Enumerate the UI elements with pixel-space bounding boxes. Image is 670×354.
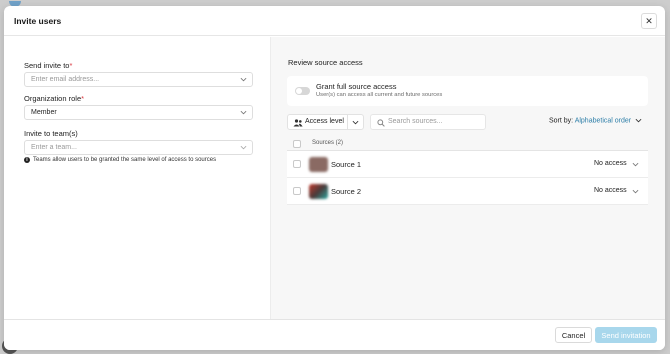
chevron-down-icon (240, 77, 247, 82)
access-select[interactable]: No access (594, 160, 627, 167)
required-marker: * (81, 94, 85, 103)
grant-subtitle: User(s) can access all current and futur… (316, 92, 443, 98)
select-all-checkbox[interactable] (293, 140, 301, 148)
chevron-down-icon[interactable] (632, 161, 639, 168)
required-marker: * (69, 61, 73, 70)
chevron-down-icon (240, 145, 247, 150)
team-label: Invite to team(s) (24, 129, 78, 138)
modal-footer: Cancel Send invitation (4, 319, 665, 350)
send-invitation-button[interactable]: Send invitation (595, 327, 657, 343)
table-row: Source 2 No access (287, 178, 648, 205)
sort-dropdown[interactable]: Sort by: Alphabetical order (549, 117, 642, 124)
table-row: Source 1 No access (287, 151, 648, 178)
row-checkbox[interactable] (293, 160, 301, 168)
cancel-button[interactable]: Cancel (555, 327, 592, 343)
role-label: Organization role* (24, 94, 85, 103)
search-placeholder: Search sources... (388, 118, 443, 125)
sources-header: Sources (2) (312, 140, 344, 146)
close-button[interactable]: ✕ (641, 13, 657, 29)
review-title: Review source access (288, 58, 363, 67)
team-input[interactable]: Enter a team... (24, 140, 253, 155)
grant-access-toggle[interactable] (295, 87, 310, 95)
info-icon: i (24, 157, 30, 163)
email-input[interactable]: Enter email address... (24, 72, 253, 87)
sort-label: Sort by: (549, 117, 574, 125)
role-select[interactable]: Member (24, 105, 253, 120)
chevron-down-icon (635, 118, 642, 123)
modal-title: Invite users (14, 16, 62, 26)
invite-form: Send invite to* Enter email address... O… (4, 37, 270, 319)
people-icon (293, 119, 303, 127)
modal-header: Invite users ✕ (4, 6, 665, 36)
row-checkbox[interactable] (293, 187, 301, 195)
close-icon: ✕ (645, 15, 653, 26)
search-sources-input[interactable]: Search sources... (370, 114, 486, 130)
search-icon (377, 119, 385, 127)
chevron-down-icon[interactable] (352, 119, 359, 126)
chevron-down-icon[interactable] (632, 188, 639, 195)
team-hint: i Teams allow users to be granted the sa… (24, 157, 216, 163)
access-level-button[interactable]: Access level (287, 114, 364, 130)
access-level-label: Access level (305, 118, 344, 125)
source-name: Source 1 (331, 160, 362, 169)
table-header: Sources (2) (287, 137, 648, 151)
source-name: Source 2 (331, 187, 362, 196)
source-logo (309, 184, 328, 199)
access-select[interactable]: No access (594, 187, 627, 194)
invite-users-modal: Invite users ✕ Send invite to* Enter ema… (4, 6, 665, 350)
grant-title: Grant full source access (316, 82, 397, 91)
invite-label: Send invite to* (24, 61, 73, 70)
source-logo (309, 157, 328, 172)
chevron-down-icon (240, 110, 247, 115)
sort-value: Alphabetical order (574, 117, 632, 125)
source-access-panel: Review source access Grant full source a… (270, 37, 665, 319)
sources-table: Sources (2) Source 1 No access Source 2 … (287, 137, 648, 205)
divider (347, 115, 348, 129)
grant-full-access-card: Grant full source access User(s) can acc… (287, 76, 648, 106)
